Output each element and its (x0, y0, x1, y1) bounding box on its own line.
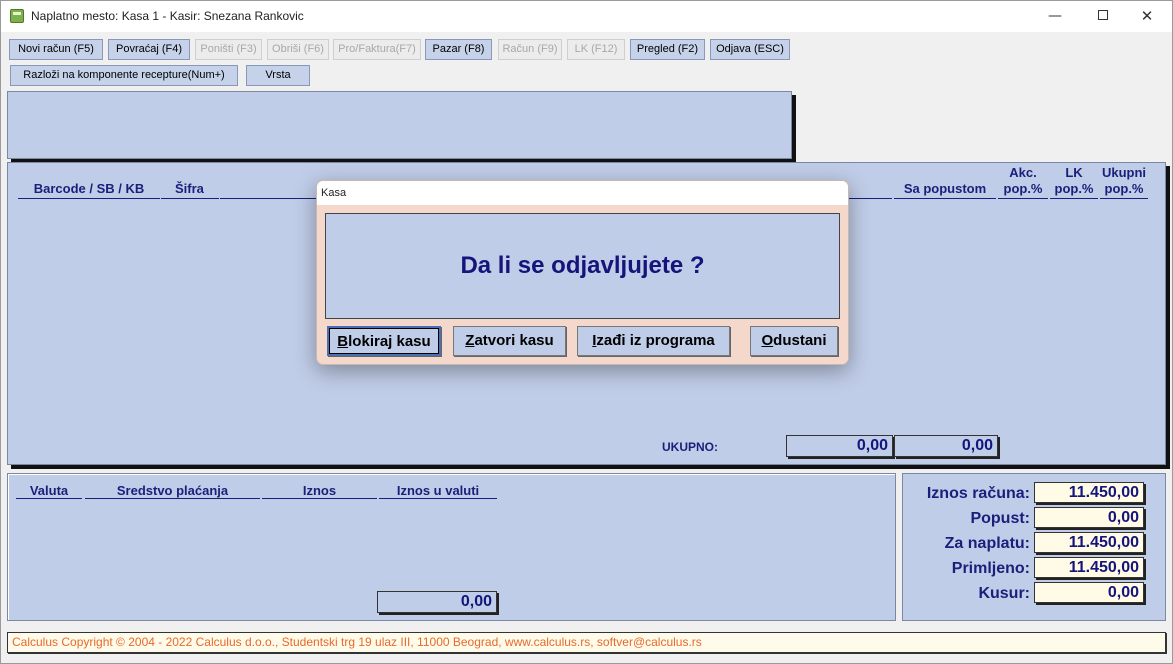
dialog-title: Kasa (317, 181, 848, 205)
copyright-footer: Calculus Copyright © 2004 - 2022 Calculu… (7, 632, 1166, 653)
povracaj-button[interactable]: Povraćaj (F4) (108, 39, 190, 60)
kusur-value: 0,00 (1034, 582, 1144, 603)
col-sifra: Šifra (175, 181, 204, 196)
minimize-button[interactable]: — (1032, 1, 1078, 32)
za-naplatu-value: 11.450,00 (1034, 532, 1144, 553)
col-ukupni-bottom: pop.% (1104, 181, 1144, 196)
close-button[interactable]: ✕ (1124, 1, 1170, 32)
col-barcode: Barcode / SB / KB (33, 181, 145, 196)
odustani-button[interactable]: Odustani (750, 326, 838, 356)
odjava-button[interactable]: Odjava (ESC) (710, 39, 790, 60)
ukupno-label: UKUPNO: (662, 440, 718, 454)
pregled-button[interactable]: Pregled (F2) (630, 39, 705, 60)
col-iznos: Iznos (302, 483, 337, 498)
logout-dialog: Kasa Da li se odjavljujete ? Blokiraj ka… (316, 180, 849, 365)
main-window: Naplatno mesto: Kasa 1 - Kasir: Snezana … (0, 0, 1173, 664)
vrsta-button[interactable]: Vrsta (246, 65, 310, 86)
primljeno-label: Primljeno: (951, 560, 1030, 577)
primljeno-value[interactable]: 11.450,00 (1034, 557, 1144, 578)
col-ukupni-top: Ukupni (1101, 165, 1147, 180)
obrisi-button[interactable]: Obriši (F6) (267, 39, 329, 60)
razlozi-button[interactable]: Razloži na komponente recepture(Num+) (10, 65, 238, 86)
dialog-message: Da li se odjavljujete ? (325, 213, 840, 319)
col-lk-top: LK (1065, 165, 1083, 180)
novi-racun-button[interactable]: Novi račun (F5) (9, 39, 103, 60)
racun-button[interactable]: Račun (F9) (498, 39, 562, 60)
profaktura-button[interactable]: Pro/Faktura(F7) (333, 39, 421, 60)
lk-button[interactable]: LK (F12) (567, 39, 625, 60)
maximize-icon (1098, 9, 1108, 20)
col-akc-bottom: pop.% (1003, 181, 1043, 196)
iznos-racuna-value: 11.450,00 (1034, 482, 1144, 503)
app-icon (10, 9, 24, 23)
izadji-button[interactable]: Izađi iz programa (577, 326, 730, 356)
maximize-button[interactable] (1080, 1, 1126, 32)
col-sa-popustom: Sa popustom (903, 181, 987, 196)
col-lk-bottom: pop.% (1054, 181, 1094, 196)
window-title: Naplatno mesto: Kasa 1 - Kasir: Snezana … (31, 9, 304, 23)
blokiraj-kasu-button[interactable]: Blokiraj kasu (327, 326, 441, 356)
kusur-label: Kusur: (978, 585, 1030, 602)
popust-value: 0,00 (1034, 507, 1144, 528)
col-iznos-valuti: Iznos u valuti (396, 483, 480, 498)
ponisti-button[interactable]: Poništi (F3) (195, 39, 262, 60)
payments-total: 0,00 (377, 591, 497, 613)
iznos-racuna-label: Iznos računa: (926, 485, 1030, 502)
zatvori-kasu-button[interactable]: Zatvori kasu (453, 326, 566, 356)
pazar-button[interactable]: Pazar (F8) (425, 39, 492, 60)
title-bar: Naplatno mesto: Kasa 1 - Kasir: Snezana … (1, 1, 1172, 32)
za-naplatu-label: Za naplatu: (944, 535, 1030, 552)
col-akc-top: Akc. (1009, 165, 1037, 180)
col-valuta: Valuta (29, 483, 69, 498)
summary-panel: Iznos računa: 11.450,00 Popust: 0,00 Za … (902, 473, 1166, 621)
ukupno-value-2: 0,00 (894, 435, 998, 457)
payments-table[interactable]: Valuta Sredstvo plaćanja Iznos Iznos u v… (7, 473, 896, 621)
info-panel (7, 91, 792, 159)
ukupno-value-1: 0,00 (786, 435, 893, 457)
popust-label: Popust: (970, 510, 1030, 527)
col-sredstvo: Sredstvo plaćanja (116, 483, 229, 498)
